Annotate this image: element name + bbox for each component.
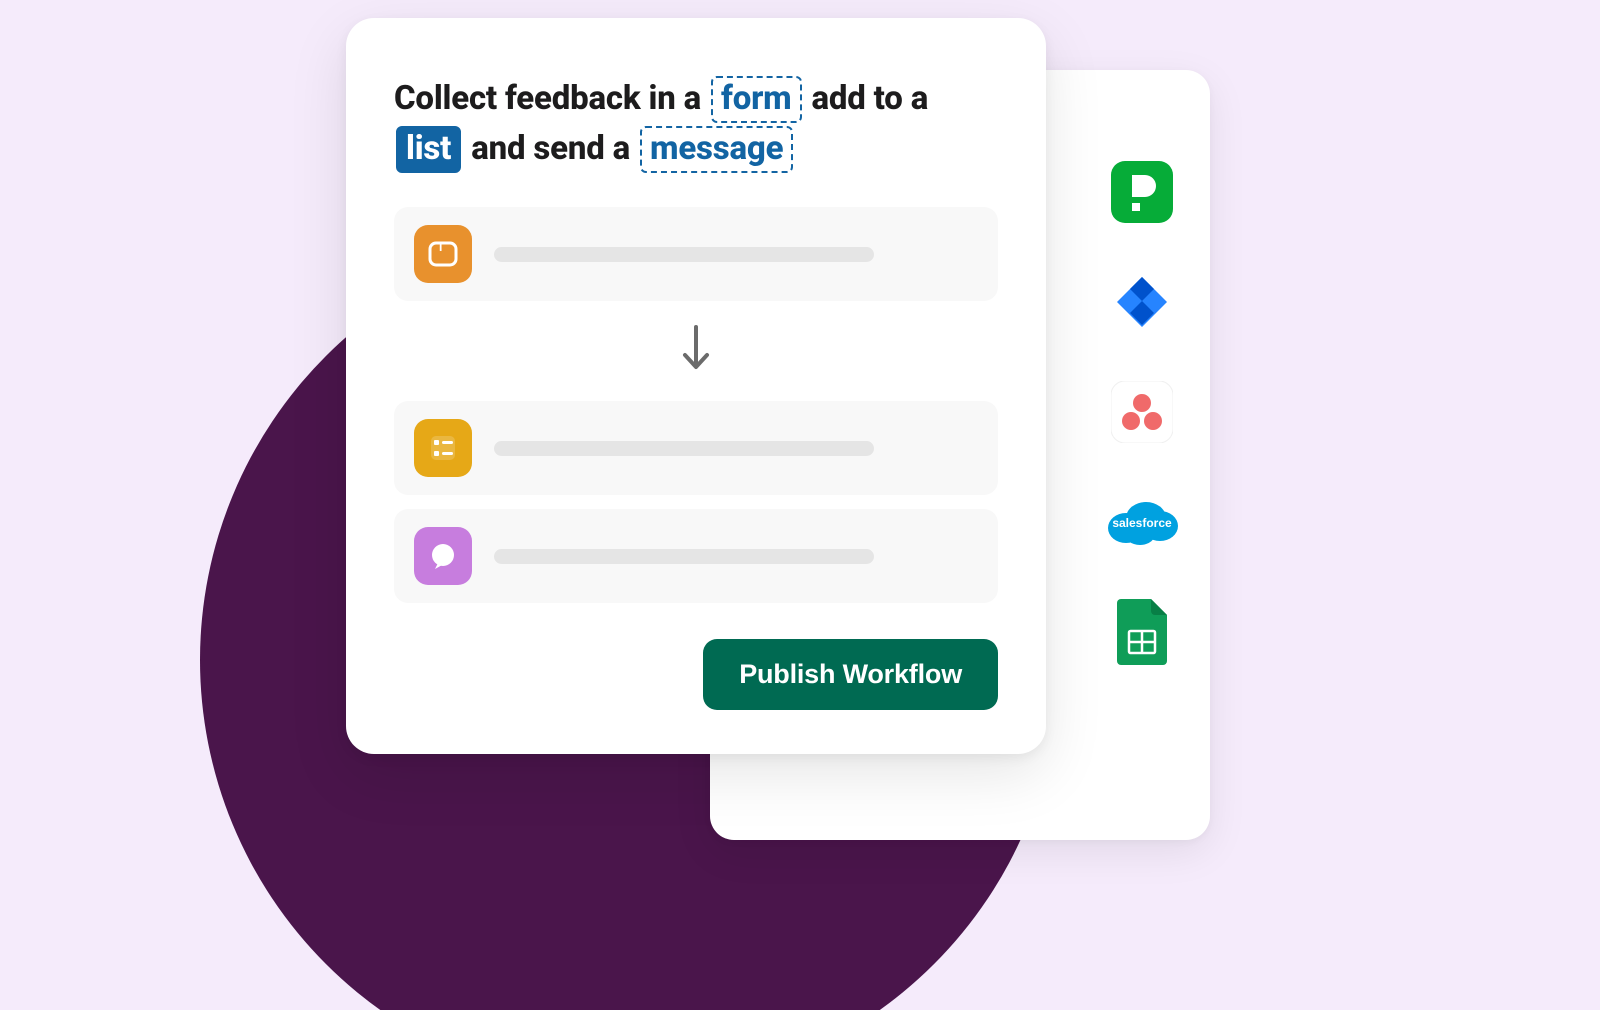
publish-workflow-button[interactable]: Publish Workflow — [703, 639, 998, 710]
workflow-step-form[interactable]: T — [394, 207, 998, 301]
text-form-icon: T — [414, 225, 472, 283]
svg-text:salesforce: salesforce — [1112, 516, 1172, 530]
title-text-1: Collect feedback in a — [394, 79, 701, 118]
workflow-step-message[interactable] — [394, 509, 998, 603]
flow-arrow — [394, 315, 998, 387]
jira-icon — [1111, 271, 1173, 337]
svg-text:T: T — [437, 240, 445, 254]
integration-google-sheets[interactable] — [1108, 600, 1176, 668]
token-form[interactable]: form — [711, 76, 802, 123]
token-message[interactable]: message — [640, 126, 793, 173]
card-actions: Publish Workflow — [394, 639, 998, 710]
asana-icon — [1111, 381, 1173, 447]
chat-bubble-icon — [414, 527, 472, 585]
arrow-down-icon — [681, 325, 711, 377]
workflow-title: Collect feedback in a form add to a list… — [394, 74, 998, 173]
salesforce-icon: salesforce — [1102, 494, 1182, 554]
pagerduty-icon — [1111, 161, 1173, 227]
workflow-steps: T — [394, 207, 998, 603]
integration-salesforce[interactable]: salesforce — [1108, 490, 1176, 558]
title-text-3: and send a — [471, 129, 630, 168]
stage: salesforce Collect feedback in a form ad… — [0, 0, 1600, 1010]
google-sheets-icon — [1117, 599, 1167, 669]
title-text-2: add to a — [812, 79, 929, 118]
checklist-icon — [414, 419, 472, 477]
integration-pagerduty[interactable] — [1108, 160, 1176, 228]
step-placeholder-line — [494, 441, 874, 456]
workflow-card: Collect feedback in a form add to a list… — [346, 18, 1046, 754]
workflow-step-list[interactable] — [394, 401, 998, 495]
integration-jira[interactable] — [1108, 270, 1176, 338]
integration-asana[interactable] — [1108, 380, 1176, 448]
step-placeholder-line — [494, 549, 874, 564]
step-placeholder-line — [494, 247, 874, 262]
token-list[interactable]: list — [396, 126, 461, 173]
